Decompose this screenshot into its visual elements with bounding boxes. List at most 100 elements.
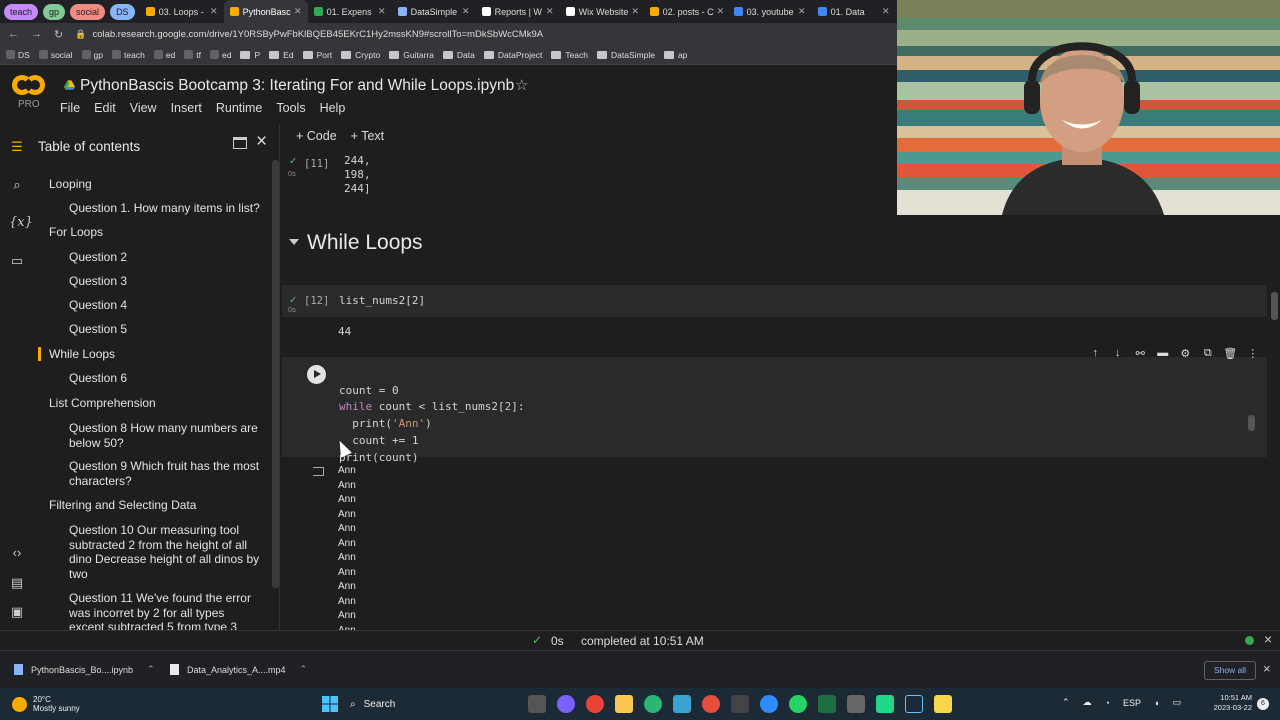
section-collapse-icon[interactable] (289, 239, 299, 245)
add-text-button[interactable]: + Text (351, 129, 384, 143)
terminal-icon[interactable]: ▣ (9, 604, 25, 620)
output-icon[interactable] (313, 467, 324, 476)
browser-tab[interactable]: Reports | W ✕ (476, 0, 560, 23)
folder-icon[interactable]: ▭ (9, 253, 25, 269)
menu-item-edit[interactable]: Edit (94, 101, 116, 115)
excel-icon[interactable] (818, 695, 836, 713)
bookmark-item[interactable]: tf (184, 50, 201, 60)
bookmark-item[interactable]: ed (153, 50, 175, 60)
toc-item[interactable]: List Comprehension (49, 396, 156, 411)
move-up-icon[interactable]: ↑ (1084, 347, 1107, 360)
bookmark-item[interactable]: gp (81, 50, 103, 60)
chrome-icon[interactable] (586, 695, 604, 713)
close-tab-icon[interactable]: ✕ (879, 6, 890, 17)
tab-group-chip[interactable]: social (70, 3, 106, 20)
cell-scrollbar[interactable] (1248, 415, 1255, 431)
bookmark-item[interactable]: social (38, 50, 73, 60)
star-icon[interactable]: ☆ (515, 76, 528, 94)
menu-item-insert[interactable]: Insert (171, 101, 202, 115)
toc-item[interactable]: Question 11 We've found the error was in… (69, 591, 261, 630)
toc-item[interactable]: Question 2 (69, 250, 261, 265)
taskbar-search[interactable]: ⌕ Search (350, 694, 518, 714)
close-tab-icon[interactable]: ✕ (291, 6, 302, 17)
sticky-notes-icon[interactable] (934, 695, 952, 713)
toc-item[interactable]: Question 5 (69, 322, 261, 337)
comment-icon[interactable]: ▬ (1152, 347, 1175, 360)
link-icon[interactable]: ⚯ (1129, 347, 1152, 360)
show-all-button[interactable]: Show all (1204, 661, 1256, 680)
search-icon[interactable]: ⌕ (9, 177, 25, 193)
reload-icon[interactable]: ↻ (54, 28, 63, 41)
bookmark-item[interactable]: DataProject (483, 50, 542, 60)
zoom-icon[interactable] (760, 695, 778, 713)
bookmark-item[interactable]: Teach (551, 50, 588, 60)
bookmark-item[interactable]: P (240, 50, 260, 60)
clock[interactable]: 10:51 AM 2023-03-22 (1206, 693, 1252, 713)
toc-item[interactable]: Question 8 How many numbers are below 50… (69, 421, 261, 450)
toc-item[interactable]: While Loops (49, 347, 115, 362)
notebook-title[interactable]: PythonBascis Bootcamp 3: Iterating For a… (80, 77, 514, 95)
bookmark-item[interactable]: Data (442, 50, 475, 60)
battery-icon[interactable]: ▭ (1172, 697, 1181, 708)
forward-icon[interactable]: → (31, 28, 42, 40)
toc-item[interactable]: Filtering and Selecting Data (49, 498, 196, 513)
bookmark-item[interactable]: Ed (269, 50, 294, 60)
download-item[interactable]: PythonBascis_Bo....ipynb ⌃ (14, 664, 155, 675)
bookmark-item[interactable]: DS (6, 50, 30, 60)
back-icon[interactable]: ← (8, 28, 19, 40)
download-item[interactable]: Data_Analytics_A....mp4 ⌃ (170, 664, 307, 675)
chevron-up-icon[interactable]: ⌃ (147, 664, 155, 675)
settings-icon[interactable]: ⚙ (1174, 347, 1197, 360)
close-shelf-icon[interactable]: × (1263, 661, 1271, 676)
toc-scrollbar[interactable] (272, 160, 279, 588)
whatsapp-icon[interactable] (789, 695, 807, 713)
drive-icon[interactable] (64, 80, 75, 90)
app-icon[interactable] (847, 695, 865, 713)
edge-icon[interactable] (644, 695, 662, 713)
toc-item[interactable]: Question 9 Which fruit has the most char… (69, 459, 261, 488)
command-palette-icon[interactable]: ▤ (9, 575, 25, 591)
browser-tab[interactable]: PythonBasc ✕ (223, 0, 308, 23)
steam-icon[interactable] (905, 695, 923, 713)
close-tab-icon[interactable]: ✕ (543, 6, 554, 17)
file-explorer-icon[interactable] (615, 695, 633, 713)
close-tab-icon[interactable]: ✕ (207, 6, 218, 17)
app-icon[interactable] (702, 695, 720, 713)
notification-badge[interactable]: 6 (1257, 698, 1269, 710)
browser-tab[interactable]: 03. Loops - ✕ (140, 0, 224, 23)
task-view-icon[interactable] (528, 695, 546, 713)
run-cell-button[interactable] (307, 365, 326, 384)
close-tab-icon[interactable]: ✕ (628, 6, 639, 17)
cloud-icon[interactable]: ☁ (1083, 697, 1092, 708)
windows-start-icon[interactable] (321, 695, 339, 713)
close-icon[interactable]: × (256, 131, 267, 153)
menu-item-help[interactable]: Help (320, 101, 346, 115)
bookmark-item[interactable]: ed (210, 50, 231, 60)
cell-code-editor[interactable]: count = 0 while count < list_nums2[2]: pr… (339, 366, 524, 466)
weather-widget[interactable]: 20°C Mostly sunny (12, 695, 80, 713)
tab-group-chip[interactable]: DS (110, 3, 135, 20)
wifi-icon[interactable]: ◔ (1105, 698, 1110, 708)
bookmark-item[interactable]: Crypto (341, 50, 380, 60)
url-field[interactable]: colab.research.google.com/drive/1Y0RSByP… (92, 29, 543, 40)
close-status-icon[interactable]: × (1264, 631, 1272, 647)
app-icon[interactable] (673, 695, 691, 713)
toc-item[interactable]: Question 1. How many items in list? (69, 201, 261, 216)
close-tab-icon[interactable]: ✕ (459, 6, 470, 17)
toc-item[interactable]: Question 6 (69, 371, 261, 386)
close-tab-icon[interactable]: ✕ (375, 6, 386, 17)
toc-item[interactable]: Question 10 Our measuring tool subtracte… (69, 523, 261, 581)
toc-item[interactable]: Question 3 (69, 274, 261, 289)
delete-icon[interactable]: 🗑 (1219, 347, 1242, 360)
bookmark-item[interactable]: Guitarra (389, 50, 434, 60)
menu-item-file[interactable]: File (60, 101, 80, 115)
browser-tab[interactable]: 03. youtube ✕ (728, 0, 812, 23)
toc-item[interactable]: Question 4 (69, 298, 261, 313)
close-tab-icon[interactable]: ✕ (714, 6, 725, 17)
chevron-up-icon[interactable]: ⌃ (300, 664, 308, 675)
notebook-scrollbar[interactable] (1271, 292, 1278, 320)
menu-item-runtime[interactable]: Runtime (216, 101, 263, 115)
menu-item-view[interactable]: View (130, 101, 157, 115)
more-options-icon[interactable]: ⋮ (1242, 347, 1265, 360)
move-down-icon[interactable]: ↓ (1107, 347, 1130, 360)
